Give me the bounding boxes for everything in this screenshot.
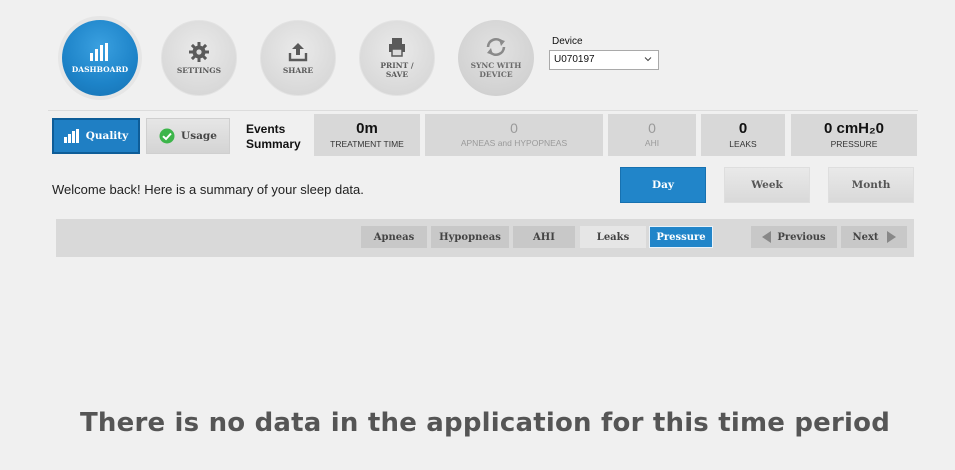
next-button[interactable]: Next	[841, 226, 907, 248]
device-label: Device	[552, 36, 583, 47]
stat-label: PRESSURE	[830, 139, 878, 149]
metric-apneas-button[interactable]: Apneas	[361, 226, 427, 248]
stat-label: APNEAS and HYPOPNEAS	[460, 138, 568, 148]
triangle-left-icon	[762, 231, 772, 243]
print-save-button[interactable]: PRINT / SAVE	[359, 20, 435, 96]
chevron-down-icon	[644, 57, 652, 62]
dashboard-label: DASHBOARD	[71, 64, 129, 74]
next-label: Next	[852, 231, 879, 243]
sync-device-label-line1: SYNC WITH	[470, 61, 522, 70]
sync-device-label-line2: DEVICE	[479, 70, 513, 79]
metric-hypopneas-button[interactable]: Hypopneas	[431, 226, 509, 248]
header-divider	[48, 110, 918, 111]
previous-button[interactable]: Previous	[751, 226, 837, 248]
share-label: SHARE	[282, 65, 314, 75]
quality-tab-label: Quality	[85, 130, 129, 142]
print-save-label: PRINT / SAVE	[380, 61, 413, 79]
settings-button[interactable]: SETTINGS	[161, 20, 237, 96]
stat-value: 0	[510, 120, 518, 136]
stat-label: TREATMENT TIME	[330, 139, 404, 149]
stat-leaks: 0 LEAKS	[701, 114, 785, 156]
stat-pressure: 0 cmH₂0 PRESSURE	[791, 114, 917, 156]
triangle-right-icon	[886, 231, 896, 243]
stat-apneas-hypopneas: 0 APNEAS and HYPOPNEAS	[425, 114, 603, 156]
events-summary-line2: Summary	[246, 137, 301, 151]
events-summary-heading: Events Summary	[246, 122, 301, 152]
metric-leaks-button[interactable]: Leaks	[580, 226, 646, 248]
bar-chart-icon	[90, 42, 108, 61]
app-window: DASHBOARD SETTINGS SHARE PRINT / SAVE SY…	[0, 0, 955, 470]
range-day-button[interactable]: Day	[620, 167, 706, 203]
stat-label: LEAKS	[729, 139, 757, 149]
printer-icon	[389, 38, 405, 57]
quality-tab[interactable]: Quality	[52, 118, 140, 154]
empty-state-message: There is no data in the application for …	[79, 408, 891, 438]
previous-label: Previous	[777, 231, 826, 243]
stat-value: 0 cmH₂0	[823, 120, 885, 137]
usage-tab-label: Usage	[181, 130, 217, 142]
gear-icon	[189, 41, 209, 62]
welcome-message: Welcome back! Here is a summary of your …	[52, 182, 364, 197]
check-circle-icon	[159, 128, 175, 144]
settings-label: SETTINGS	[176, 65, 222, 75]
metric-ahi-button[interactable]: AHI	[513, 226, 575, 248]
range-week-button[interactable]: Week	[724, 167, 810, 203]
print-save-label-line1: PRINT /	[380, 61, 414, 70]
bar-chart-icon	[63, 129, 79, 143]
stat-treatment-time: 0m TREATMENT TIME	[314, 114, 420, 156]
stat-ahi: 0 AHI	[608, 114, 696, 156]
metric-pressure-button[interactable]: Pressure	[649, 226, 713, 248]
dashboard-button[interactable]: DASHBOARD	[62, 20, 138, 96]
share-icon	[288, 42, 308, 61]
usage-tab[interactable]: Usage	[146, 118, 230, 154]
device-select[interactable]: U070197	[549, 50, 659, 70]
stat-value: 0m	[356, 120, 378, 137]
device-select-value: U070197	[554, 54, 595, 65]
sync-device-label: SYNC WITH DEVICE	[471, 61, 522, 79]
sync-icon	[486, 38, 506, 56]
events-summary-line1: Events	[246, 122, 286, 136]
share-button[interactable]: SHARE	[260, 20, 336, 96]
stat-value: 0	[738, 120, 748, 137]
range-month-button[interactable]: Month	[828, 167, 914, 203]
stat-label: AHI	[644, 138, 660, 148]
sync-device-button[interactable]: SYNC WITH DEVICE	[458, 20, 534, 96]
stat-value: 0	[648, 120, 656, 136]
print-save-label-line2: SAVE	[385, 70, 409, 79]
